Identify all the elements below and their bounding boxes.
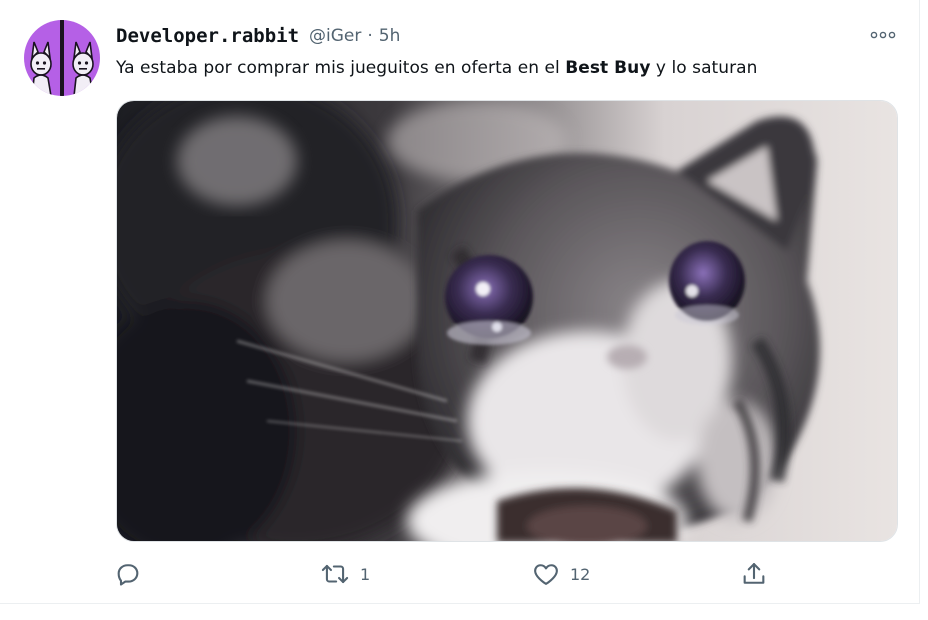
tweet-text: Ya estaba por comprar mis jueguitos en o… (116, 58, 757, 78)
share-icon (743, 563, 765, 584)
tweet-timestamp[interactable]: 5h (379, 26, 401, 46)
crying-cat-photo-icon (117, 101, 897, 541)
tweet-text-end: y lo saturan (650, 58, 758, 78)
like-button[interactable]: 12 (532, 558, 590, 590)
retweet-count: 1 (360, 564, 371, 584)
heart-icon (534, 564, 558, 585)
retweet-button[interactable]: 1 (320, 558, 370, 590)
tweet-header: Developer.rabbit @iGer · 5h (116, 22, 400, 50)
tweet-text-start: Ya estaba por comprar mis jueguitos en o… (116, 58, 566, 78)
share-button[interactable] (740, 558, 778, 590)
retweet-icon (321, 564, 349, 584)
reply-button[interactable] (114, 558, 152, 590)
header-separator: · (367, 26, 373, 46)
avatar[interactable] (24, 20, 100, 96)
reply-icon (117, 564, 139, 586)
tweet-actions: 1 12 (108, 558, 788, 590)
tweet-text-bold: Best Buy (565, 58, 651, 78)
like-count: 12 (570, 564, 591, 584)
twin-rabbit-avatar-icon (24, 20, 100, 96)
more-options-icon (870, 31, 896, 39)
tweet-card[interactable]: Developer.rabbit @iGer · 5h Ya estaba po… (0, 0, 920, 604)
tweet-media[interactable] (116, 100, 898, 542)
more-options-button[interactable] (866, 22, 900, 48)
page: Developer.rabbit @iGer · 5h Ya estaba po… (0, 0, 928, 620)
author-handle[interactable]: @iGer (309, 26, 361, 46)
author-display-name[interactable]: Developer.rabbit (116, 25, 299, 47)
